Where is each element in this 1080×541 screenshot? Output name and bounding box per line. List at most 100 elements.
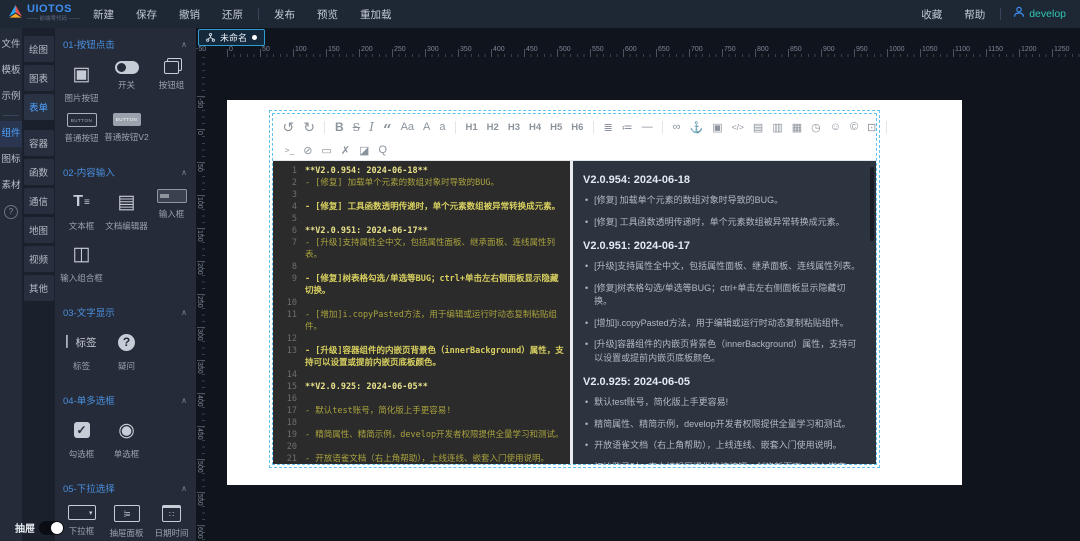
category-tab[interactable]: 函数	[24, 159, 54, 185]
category-tab[interactable]: 绘图	[24, 36, 54, 62]
category-tab[interactable]: 图表	[24, 65, 54, 91]
strikethrough-icon[interactable]: S	[348, 121, 365, 134]
code-icon[interactable]: </>	[727, 122, 748, 132]
menu-item[interactable]: 发布	[263, 7, 306, 22]
ruler-tick	[197, 162, 205, 163]
ruler-tick	[1052, 49, 1053, 57]
anchor-icon[interactable]: ⚓	[685, 121, 708, 134]
table-icon[interactable]: ▦	[787, 121, 806, 134]
image-icon[interactable]: ▣	[708, 121, 727, 134]
menu-item[interactable]: 预览	[306, 7, 349, 22]
import-file-icon[interactable]: ▤	[748, 121, 767, 134]
radio-icon: ◉	[118, 417, 135, 443]
bold-icon[interactable]: B	[330, 120, 348, 134]
palette-section-header[interactable]: 03-文字显示∧	[55, 296, 196, 319]
line-number: 20	[273, 441, 305, 453]
palette-item-radio[interactable]: ◉单选框	[104, 417, 149, 460]
emoji-icon[interactable]: ☺	[825, 121, 845, 133]
menu-item[interactable]: 收藏	[910, 7, 953, 22]
page-canvas[interactable]: ↺↻BSI“AaAaH1H2H3H4H5H6≣≔—∞⚓▣</>▤▥▦◷☺©⊡ >…	[227, 100, 962, 485]
palette-section-header[interactable]: 02-内容输入∧	[55, 156, 196, 179]
palette-item-btn[interactable]: BUTTON普通按钮	[59, 113, 104, 144]
menu-item[interactable]: 帮助	[953, 7, 996, 22]
ordered-list-icon[interactable]: ≔	[617, 121, 637, 134]
palette-item-combo[interactable]: ◫输入组合框	[59, 241, 104, 284]
fullscreen-icon[interactable]: ✗	[336, 144, 354, 157]
h1-icon[interactable]: H1	[461, 122, 482, 133]
user-menu[interactable]: develop	[1005, 5, 1066, 23]
menu-item[interactable]: 新建	[82, 7, 125, 22]
markdown-preview-pane[interactable]: V2.0.954: 2024-06-18•[修复] 加载单个元素的数组对象时导致…	[573, 161, 876, 464]
sidebar-tab[interactable]: 图标	[0, 147, 22, 173]
preview-heading: V2.0.951: 2024-06-17	[583, 240, 862, 252]
word-count-icon[interactable]: ⊡	[863, 121, 881, 134]
palette-item-drawerpanel[interactable]: 抽屉面板	[104, 505, 149, 539]
redo-icon[interactable]: ↻	[299, 119, 320, 136]
menu-item[interactable]: 还原	[211, 7, 254, 22]
menu-item[interactable]: 重加载	[349, 7, 403, 22]
category-tab[interactable]: 容器	[24, 130, 54, 156]
search-icon[interactable]: Q	[374, 144, 392, 156]
palette-item-textbox[interactable]: T文本框	[59, 189, 104, 232]
eraser-icon[interactable]: ◪	[355, 144, 374, 157]
terminal-icon[interactable]: >_	[280, 145, 299, 155]
category-tab[interactable]: 表单	[24, 94, 54, 120]
sidebar-tab[interactable]: 示例	[0, 84, 22, 110]
uppercase-icon[interactable]: A	[419, 121, 435, 133]
sidebar-tab[interactable]: 素材	[0, 173, 22, 199]
palette-item-doc[interactable]: ▤文档编辑器	[104, 189, 149, 232]
category-tab[interactable]: 通信	[24, 188, 54, 214]
lowercase-icon[interactable]: a	[435, 121, 450, 133]
palette-item-tag[interactable]: 标签标签	[59, 329, 104, 372]
link-icon[interactable]: ∞	[668, 121, 685, 133]
category-tab[interactable]: 地图	[24, 217, 54, 243]
page-tab[interactable]: 未命名	[198, 29, 265, 46]
clock-icon[interactable]: ◷	[807, 121, 826, 134]
h4-icon[interactable]: H4	[524, 122, 545, 133]
palette-item-pic[interactable]: ▣图片按钮	[59, 61, 104, 104]
horizontal-rule-icon[interactable]: —	[637, 121, 657, 133]
h5-icon[interactable]: H5	[546, 122, 567, 133]
menu-item[interactable]: 保存	[125, 7, 168, 22]
input-icon	[157, 189, 187, 203]
copyright-icon[interactable]: ©	[845, 121, 862, 133]
palette-item-calendar[interactable]: 日期时间	[149, 505, 194, 539]
export-file-icon[interactable]: ▥	[768, 121, 787, 134]
category-tab[interactable]: 视频	[24, 246, 54, 272]
palette-item-switch[interactable]: 开关	[104, 61, 149, 104]
palette-item-select[interactable]: 下拉框	[59, 505, 104, 539]
sidebar-tab[interactable]: 文件	[0, 32, 22, 58]
palette-item-q[interactable]: 疑问	[104, 329, 149, 372]
menu-item[interactable]: 撤销	[168, 7, 211, 22]
drawer-label: 抽屉	[15, 520, 35, 535]
palette-item-stack[interactable]: 按钮组	[149, 61, 194, 104]
italic-icon[interactable]: I	[365, 120, 379, 134]
undo-icon[interactable]: ↺	[278, 119, 299, 136]
palette-section-header[interactable]: 04-单多选框∧	[55, 384, 196, 407]
palette-item-btn2[interactable]: BUTTON普通按钮V2	[104, 113, 149, 144]
palette-item-check[interactable]: 勾选框	[59, 417, 104, 460]
palette-section-header[interactable]: 01-按钮点击∧	[55, 28, 196, 51]
screen-icon[interactable]: ▭	[317, 144, 336, 157]
source-text	[305, 213, 570, 225]
sidebar-divider	[3, 115, 19, 116]
help-icon[interactable]: ?	[0, 199, 22, 225]
markdown-editor-component[interactable]: ↺↻BSI“AaAaH1H2H3H4H5H6≣≔—∞⚓▣</>▤▥▦◷☺©⊡ >…	[272, 113, 877, 465]
source-line: 21- 开放语雀文档（右上角帮助），上线连线、嵌套入门使用说明。	[273, 453, 570, 464]
brand[interactable]: UIOTOS 前端零代码	[0, 4, 82, 24]
category-tab[interactable]: 其他	[24, 275, 54, 301]
preview-toggle-eye-icon[interactable]: ⊘	[299, 144, 317, 157]
sidebar-tab[interactable]: 组件	[0, 121, 22, 147]
palette-section-header[interactable]: 05-下拉选择∧	[55, 472, 196, 495]
blockquote-icon[interactable]: “	[378, 121, 396, 133]
preview-scrollbar[interactable]	[870, 167, 874, 241]
h2-icon[interactable]: H2	[482, 122, 503, 133]
h3-icon[interactable]: H3	[503, 122, 524, 133]
sidebar-tab[interactable]: 模板	[0, 58, 22, 84]
font-size-icon[interactable]: Aa	[396, 121, 418, 133]
bullet-list-icon[interactable]: ≣	[599, 121, 617, 134]
markdown-source-pane[interactable]: 1**V2.0.954: 2024-06-18**2- [修复] 加载单个元素的…	[273, 161, 570, 464]
drawer-toggle-switch[interactable]	[39, 521, 64, 535]
palette-item-input[interactable]: 输入框	[149, 189, 194, 232]
h6-icon[interactable]: H6	[567, 122, 588, 133]
